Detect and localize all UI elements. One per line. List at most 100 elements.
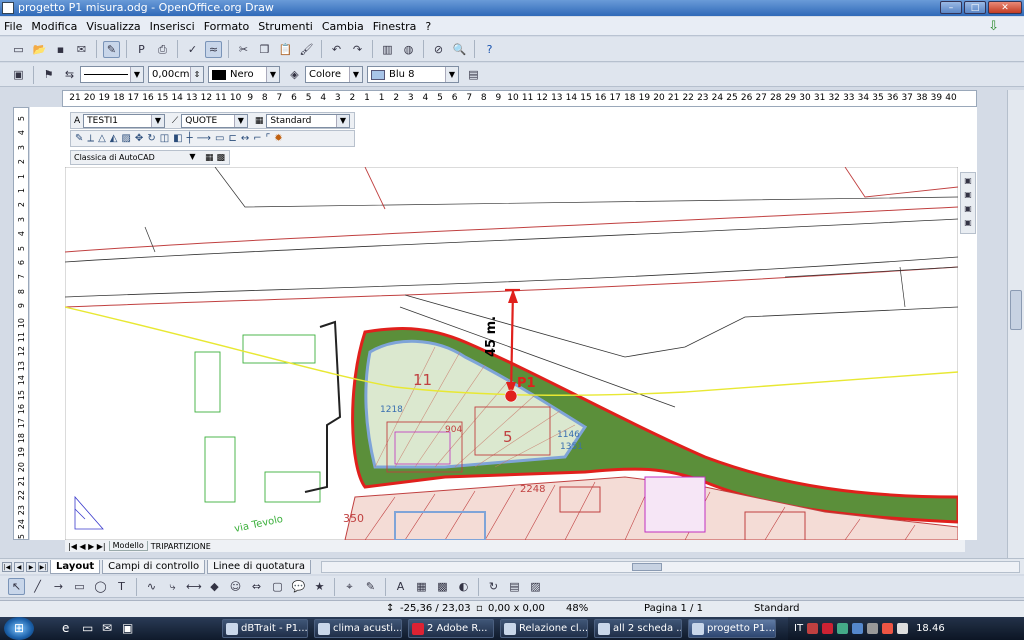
drawing-canvas[interactable]: A TESTI1 ▼ ⟋ QUOTE ▼ ▦ Standard ▼ ✎ ⟂ △ ◭ ▨ ✥ ↻ ◫ ◧… (30, 107, 977, 540)
open-icon[interactable]: 📂 (31, 41, 48, 58)
edit-file-icon[interactable]: ✎ (103, 40, 120, 58)
scroll-thumb[interactable] (1010, 290, 1022, 330)
last-tab-icon[interactable]: ▶| (38, 561, 48, 572)
language-indicator[interactable]: IT (794, 623, 803, 634)
layout-icon[interactable]: ▣ (962, 189, 974, 201)
alignment-icon[interactable]: ▤ (506, 578, 523, 595)
line-icon[interactable]: ╱ (29, 578, 46, 595)
grid-icon[interactable]: ▩ (217, 153, 226, 163)
first-tab-icon[interactable]: |◀ (2, 561, 12, 572)
triangle-icon[interactable]: △ (98, 133, 106, 144)
spellcheck-icon[interactable]: ✓ (184, 41, 201, 58)
callouts-icon[interactable]: 💬 (290, 578, 307, 595)
task-adobe-reader[interactable]: 2 Adobe R... (408, 619, 494, 638)
explode-icon[interactable]: ✹ (274, 133, 282, 144)
paste-icon[interactable]: 📋 (277, 41, 294, 58)
task-progetto[interactable]: progetto P1... (688, 619, 776, 638)
menu-cambia[interactable]: Cambia (322, 20, 364, 33)
tab-layout[interactable]: Layout (50, 559, 101, 574)
points-icon[interactable]: ⌖ (341, 578, 358, 595)
tab-modello[interactable]: Modello (108, 541, 148, 551)
print-icon[interactable]: ⎙ (154, 41, 171, 58)
arrowhead-icon[interactable]: ⇆ (61, 66, 78, 83)
tray-icon[interactable] (822, 623, 834, 634)
export-pdf-icon[interactable]: P (133, 41, 150, 58)
dimension-line-icon[interactable]: ⟷ (185, 578, 202, 595)
quicklaunch-folder-icon[interactable]: ▣ (122, 621, 133, 635)
tray-icon[interactable] (867, 623, 879, 634)
mirror-icon[interactable]: ◧ (173, 133, 182, 144)
quicklaunch-ie-icon[interactable]: e (62, 621, 69, 635)
zoom-level[interactable]: 48% (566, 603, 588, 614)
chamfer-icon[interactable]: ⌜ (266, 133, 271, 144)
arrow-line-icon[interactable]: → (50, 578, 67, 595)
line-color-select[interactable]: Nero ▼ (208, 66, 280, 83)
line-style-select[interactable]: ▼ (80, 66, 144, 83)
minimize-button[interactable]: – (940, 1, 962, 14)
rect-icon[interactable]: ▭ (215, 133, 224, 144)
scroll-thumb[interactable] (631, 562, 662, 571)
block-arrows-icon[interactable]: ⇔ (248, 578, 265, 595)
next-tab-icon[interactable]: ▶ (26, 561, 36, 572)
zoom-icon[interactable]: 🔍 (451, 41, 468, 58)
rotate-icon[interactable]: ↻ (147, 133, 155, 144)
download-icon[interactable]: ⇩ (988, 19, 999, 34)
text-style-select[interactable]: TESTI1 ▼ (83, 113, 165, 128)
task-all2-scheda[interactable]: all 2 scheda ... (594, 619, 682, 638)
fill-type-select[interactable]: Colore ▼ (305, 66, 363, 83)
move-icon[interactable]: ✥ (135, 133, 143, 144)
dimension-icon[interactable]: ↔ (241, 133, 249, 144)
layout-icon[interactable]: ▣ (962, 203, 974, 215)
tab-tripartizione[interactable]: TRIPARTIZIONE (148, 542, 214, 551)
fill-color-select[interactable]: Blu 8 ▼ (367, 66, 459, 83)
save-icon[interactable]: ▪ (52, 41, 69, 58)
redo-icon[interactable]: ↷ (349, 41, 366, 58)
vertical-scrollbar[interactable] (1007, 90, 1024, 558)
stars-icon[interactable]: ★ (311, 578, 328, 595)
navigator-icon[interactable]: ⊘ (430, 41, 447, 58)
curve-icon[interactable]: ∿ (143, 578, 160, 595)
layout-icon[interactable]: ▣ (962, 175, 974, 187)
theme-select[interactable]: Classica di AutoCAD ▼ (71, 151, 199, 164)
tray-icon[interactable] (882, 623, 894, 634)
new-icon[interactable]: ▭ (10, 41, 27, 58)
from-file-icon[interactable]: ▦ (413, 578, 430, 595)
horizontal-scrollbar[interactable] (320, 560, 1020, 573)
shape-icon[interactable]: ◭ (110, 133, 118, 144)
align-icon[interactable]: ⟂ (87, 133, 94, 144)
line-width-field[interactable]: 0,00cm ⇕ (148, 66, 204, 83)
fill-bucket-icon[interactable]: ◈ (286, 66, 303, 83)
menu-formato[interactable]: Formato (204, 20, 250, 33)
menu-modifica[interactable]: Modifica (31, 20, 77, 33)
dimension-style-select[interactable]: QUOTE ▼ (181, 113, 248, 128)
email-icon[interactable]: ✉ (73, 41, 90, 58)
line-style-toolbar-select[interactable]: Standard ▼ (266, 113, 350, 128)
help-icon[interactable]: ? (481, 41, 498, 58)
task-dbtrait[interactable]: dBTrait - P1... (222, 619, 308, 638)
format-paintbrush-icon[interactable]: 🖌 (298, 41, 315, 58)
glue-points-icon[interactable]: ✎ (362, 578, 379, 595)
menu-file[interactable]: File (4, 20, 22, 33)
select-icon[interactable]: ↖ (8, 578, 25, 595)
extrusion-icon[interactable]: ◐ (455, 578, 472, 595)
offset-icon[interactable]: ⊏ (228, 133, 236, 144)
maximize-button[interactable]: □ (964, 1, 986, 14)
p1-point-marker[interactable] (504, 389, 518, 403)
menu-finestra[interactable]: Finestra (373, 20, 417, 33)
symbol-shapes-icon[interactable]: ☺ (227, 578, 244, 595)
hatch-icon[interactable]: ▨ (121, 133, 130, 144)
tab-campi-di-controllo[interactable]: Campi di controllo (102, 559, 206, 574)
copy-icon[interactable]: ❐ (256, 41, 273, 58)
close-button[interactable]: ✕ (988, 1, 1022, 14)
menu-inserisci[interactable]: Inserisci (150, 20, 195, 33)
clock[interactable]: 18.46 (916, 623, 945, 634)
tab-nav-arrows[interactable]: |◀ ◀ ▶ ▶| (65, 542, 109, 551)
flowchart-icon[interactable]: ▢ (269, 578, 286, 595)
prev-tab-icon[interactable]: ◀ (14, 561, 24, 572)
menu-help[interactable]: ? (425, 20, 431, 33)
cut-icon[interactable]: ✂ (235, 41, 252, 58)
menu-strumenti[interactable]: Strumenti (258, 20, 313, 33)
extend-icon[interactable]: ⟶ (197, 133, 211, 144)
shadow-icon[interactable]: ▤ (465, 66, 482, 83)
menu-visualizza[interactable]: Visualizza (86, 20, 140, 33)
